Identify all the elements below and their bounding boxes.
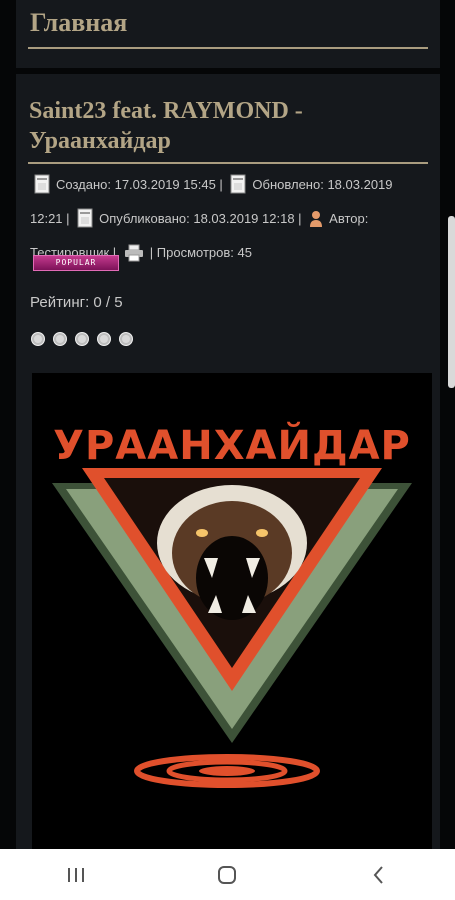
nav-title-home[interactable]: Главная: [30, 8, 127, 38]
print-icon[interactable]: [124, 243, 144, 272]
created-date: Создано: 17.03.2019 15:45 |: [56, 177, 223, 192]
rating-star-5[interactable]: [119, 332, 133, 346]
scrollbar[interactable]: [448, 216, 455, 388]
home-icon: [218, 865, 237, 884]
back-icon: [373, 865, 383, 884]
views-count: | Просмотров: 45: [149, 245, 252, 260]
recent-apps-icon: [67, 867, 84, 882]
published-date: Опубликовано: 18.03.2019 12:18 |: [99, 211, 302, 226]
album-cover-image: УРААНХАЙДАР: [32, 373, 432, 849]
back-button[interactable]: [349, 855, 409, 895]
title-divider: [28, 47, 428, 49]
popular-badge: POPULAR: [33, 255, 119, 271]
android-nav-bar: [0, 849, 455, 900]
calendar-icon: [34, 174, 50, 204]
calendar-icon: [230, 174, 246, 204]
article-panel: Saint23 feat. RAYMOND - Ураанхайдар Созд…: [16, 74, 440, 849]
article-title[interactable]: Saint23 feat. RAYMOND - Ураанхайдар: [29, 96, 424, 156]
rating-star-3[interactable]: [75, 332, 89, 346]
rating-star-2[interactable]: [53, 332, 67, 346]
rating-display: Рейтинг: 0 / 5: [30, 294, 123, 311]
user-icon: [309, 209, 323, 238]
rating-label: Рейтинг:: [30, 294, 90, 311]
top-nav-panel: Главная: [16, 0, 440, 68]
rating-stars: [31, 332, 133, 346]
recent-apps-button[interactable]: [46, 855, 106, 895]
rating-value: 0 / 5: [93, 294, 123, 311]
article-title-divider: [28, 162, 428, 164]
bear-triangle-artwork: [52, 468, 412, 788]
calendar-icon: [77, 208, 93, 238]
rating-star-1[interactable]: [31, 332, 45, 346]
home-button[interactable]: [197, 855, 257, 895]
rating-star-4[interactable]: [97, 332, 111, 346]
